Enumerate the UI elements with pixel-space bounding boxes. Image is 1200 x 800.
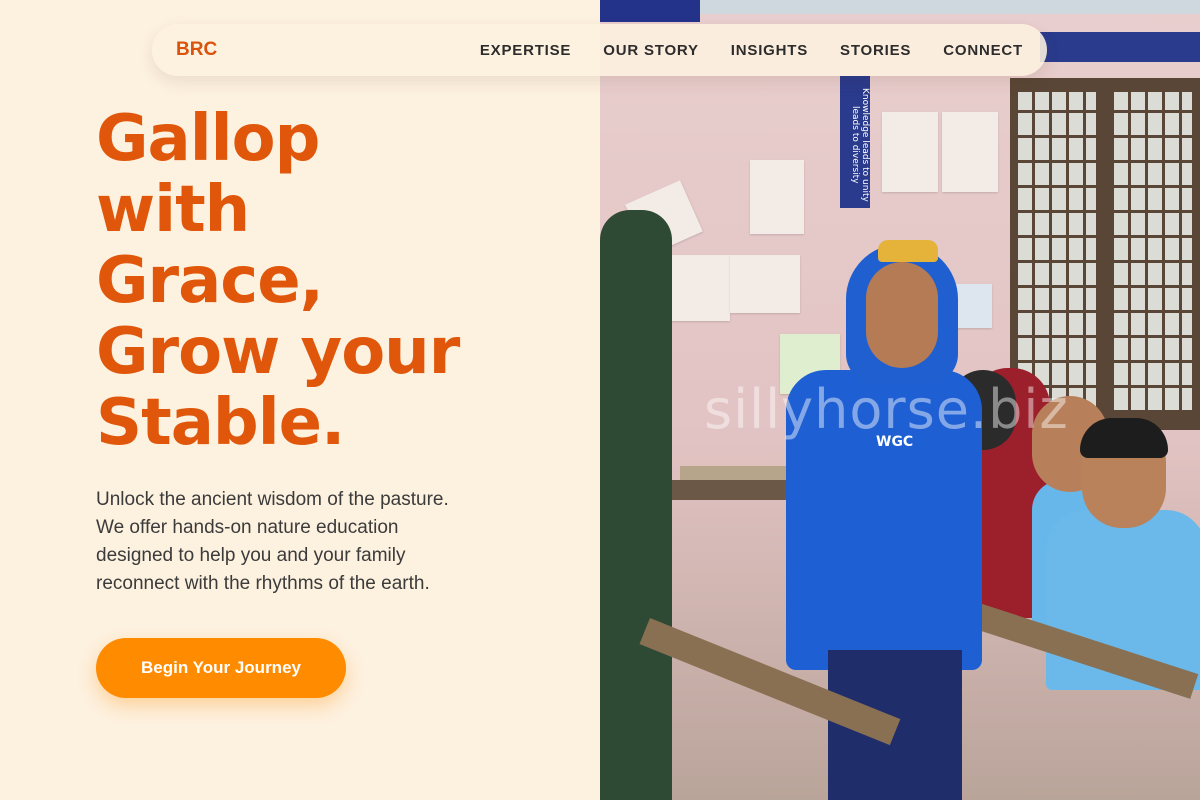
- photo-child-hat: [878, 240, 938, 262]
- photo-banner-right: [1040, 32, 1200, 62]
- nav-links: EXPERTISE OUR STORY INSIGHTS STORIES CON…: [480, 42, 1023, 59]
- begin-journey-button[interactable]: Begin Your Journey: [96, 638, 346, 698]
- nav-link-insights[interactable]: INSIGHTS: [731, 42, 808, 59]
- hero-subtitle-line: reconnect with the rhythms of the earth.: [96, 573, 430, 594]
- photo-wall-paper: [750, 160, 804, 234]
- photo-wall-paper: [882, 112, 938, 192]
- top-nav: BRC EXPERTISE OUR STORY INSIGHTS STORIES…: [152, 24, 1047, 76]
- hero-title-line: Stable.: [96, 386, 345, 460]
- nav-link-our-story[interactable]: OUR STORY: [603, 42, 699, 59]
- hero-title: Gallop with Grace, Grow your Stable.: [96, 104, 576, 459]
- photo-watermark: sillyhorse.biz: [704, 378, 1069, 441]
- nav-link-expertise[interactable]: EXPERTISE: [480, 42, 571, 59]
- photo-wall-paper: [730, 255, 800, 313]
- photo-vertical-banner: Knowledge leads to unity leads to divers…: [840, 76, 870, 208]
- hero-subtitle: Unlock the ancient wisdom of the pasture…: [96, 486, 516, 598]
- photo-wall-paper: [942, 112, 998, 192]
- photo-student-right-hair: [1080, 418, 1168, 458]
- hero-photo: Knowledge leads to unity leads to divers…: [600, 0, 1200, 800]
- hero-subtitle-line: We offer hands-on nature education: [96, 517, 399, 538]
- photo-child-face: [866, 262, 938, 368]
- nav-link-connect[interactable]: CONNECT: [943, 42, 1023, 59]
- hero-title-line: Gallop: [96, 102, 320, 176]
- hero-subtitle-line: designed to help you and your family: [96, 545, 406, 566]
- photo-banner-top: [600, 0, 700, 22]
- hero-title-line: with: [96, 173, 250, 247]
- hero-title-line: Grace,: [96, 244, 324, 318]
- photo-adult: [600, 210, 672, 800]
- photo-table: [670, 480, 790, 500]
- nav-link-stories[interactable]: STORIES: [840, 42, 911, 59]
- hero-title-line: Grow your: [96, 315, 460, 389]
- hero-subtitle-line: Unlock the ancient wisdom of the pasture…: [96, 489, 449, 510]
- photo-wall-paper: [954, 284, 992, 328]
- brand-logo[interactable]: BRC: [176, 39, 217, 61]
